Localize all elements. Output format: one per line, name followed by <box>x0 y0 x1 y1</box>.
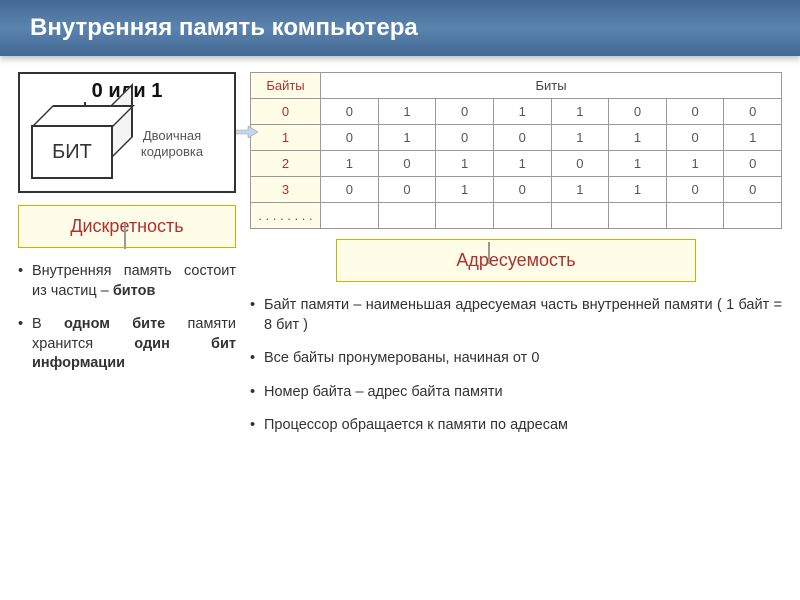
binary-encoding-label: Двоичная кодировка <box>130 128 214 161</box>
bit-cell: 0 <box>436 125 494 151</box>
bit-cell: 1 <box>436 177 494 203</box>
addressability-heading: Адресуемость <box>336 239 696 282</box>
bit-cell: 0 <box>378 177 436 203</box>
table-row: 101001101 <box>251 125 782 151</box>
bit-cell: 1 <box>609 177 667 203</box>
list-item: Байт памяти – наименьшая адресуемая част… <box>250 296 782 335</box>
addressability-bullets: Байт памяти – наименьшая адресуемая част… <box>250 296 782 436</box>
list-item: Внутренняя память состоит из частиц – би… <box>18 262 236 301</box>
bit-cell: 1 <box>551 177 609 203</box>
bit-cell: 1 <box>493 151 551 177</box>
list-item: В одном бите памяти хранится один бит ин… <box>18 315 236 374</box>
bit-cell: 0 <box>724 99 782 125</box>
bit-cell: 1 <box>493 99 551 125</box>
byte-index: 2 <box>251 151 321 177</box>
byte-index: 0 <box>251 99 321 125</box>
bit-cell: 0 <box>321 177 379 203</box>
bit-cell: 1 <box>724 125 782 151</box>
table-row: 300101100 <box>251 177 782 203</box>
bit-cell: 0 <box>666 177 724 203</box>
bit-cube-icon: БИТ <box>28 105 124 183</box>
bit-cell: 1 <box>551 125 609 151</box>
bit-cell: 0 <box>321 99 379 125</box>
table-row-ellipsis: . . . . . . . . <box>251 203 782 229</box>
bit-cell: 0 <box>609 99 667 125</box>
bit-cell: 1 <box>609 151 667 177</box>
discreteness-bullets: Внутренняя память состоит из частиц – би… <box>18 262 236 374</box>
bit-cell: 0 <box>551 151 609 177</box>
bit-cell: 0 <box>321 125 379 151</box>
bit-cell: 1 <box>666 151 724 177</box>
bit-cell: 0 <box>724 177 782 203</box>
bit-cell: 0 <box>666 125 724 151</box>
bit-cell: 0 <box>378 151 436 177</box>
memory-table: Байты Биты 00101100010100110121011011030… <box>250 72 782 229</box>
bit-concept-box: 0 или 1 БИТ Двоичная кодировка <box>18 72 236 193</box>
list-item: Все байты пронумерованы, начиная от 0 <box>250 349 782 369</box>
list-item: Номер байта – адрес байта памяти <box>250 383 782 403</box>
bit-cell: 0 <box>666 99 724 125</box>
table-row: 001011000 <box>251 99 782 125</box>
bit-cell: 1 <box>321 151 379 177</box>
bit-cell: 0 <box>436 99 494 125</box>
bit-cell: 0 <box>493 177 551 203</box>
list-item: Процессор обращается к памяти по адресам <box>250 416 782 436</box>
connector-line <box>124 223 126 249</box>
bit-cell: 0 <box>493 125 551 151</box>
bit-cell: 1 <box>378 125 436 151</box>
connector-line <box>488 242 490 264</box>
discreteness-heading: Дискретность <box>18 205 236 248</box>
byte-index: 3 <box>251 177 321 203</box>
table-header-bytes: Байты <box>251 73 321 99</box>
bit-cell: 1 <box>609 125 667 151</box>
table-header-bits: Биты <box>321 73 782 99</box>
bit-label: БИТ <box>31 125 113 179</box>
bit-cell: 1 <box>436 151 494 177</box>
bit-cell: 0 <box>724 151 782 177</box>
table-row: 210110110 <box>251 151 782 177</box>
bit-cell: 1 <box>378 99 436 125</box>
slide-title: Внутренняя память компьютера <box>0 0 800 56</box>
byte-index: 1 <box>251 125 321 151</box>
bit-cell: 1 <box>551 99 609 125</box>
